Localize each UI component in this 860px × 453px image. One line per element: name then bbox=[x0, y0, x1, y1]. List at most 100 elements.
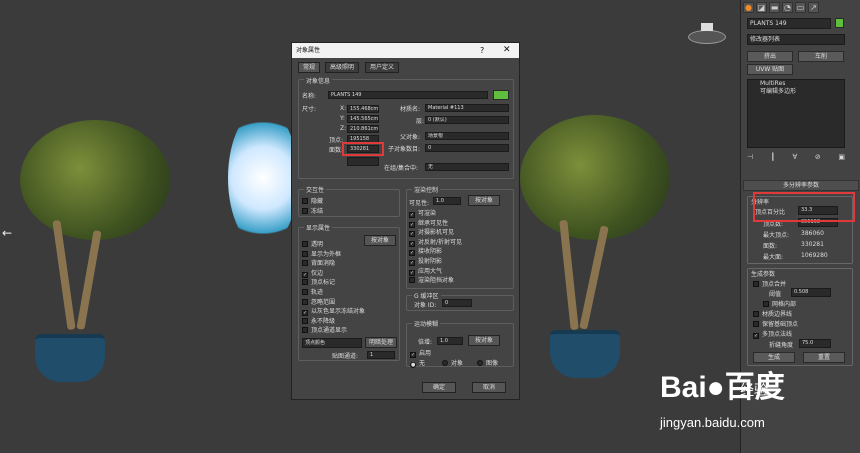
object-color-swatch[interactable] bbox=[835, 18, 844, 28]
display-props-label: 显示属性 bbox=[304, 223, 333, 232]
reset-button[interactable]: 重置 bbox=[803, 352, 845, 363]
object-name-field[interactable]: PLANTS 149 bbox=[747, 18, 831, 29]
display-prop-checkbox-4[interactable]: ✓ 仅边 bbox=[302, 268, 323, 278]
selected-plant-wireframe[interactable] bbox=[228, 108, 298, 248]
blur-image-radio[interactable]: 图像 bbox=[477, 358, 498, 367]
multiplier-field[interactable]: 1.0 bbox=[437, 337, 463, 345]
ok-button[interactable]: 确定 bbox=[422, 382, 456, 393]
threshold-label: 阈值 bbox=[769, 291, 782, 298]
display-prop-label: 顶点通道显示 bbox=[311, 327, 348, 335]
remove-modifier-icon[interactable]: ⊘ bbox=[815, 153, 821, 161]
render-prop-checkbox-3[interactable]: ✓ 对摄影机可见 bbox=[409, 227, 454, 238]
render-prop-checkbox-7[interactable]: ✓ 应用大气 bbox=[409, 266, 442, 276]
plant-right-pot bbox=[550, 330, 620, 378]
vertex-color-select[interactable]: 顶点颜色 bbox=[302, 338, 362, 348]
close-icon[interactable]: ✕ bbox=[503, 43, 511, 58]
stack-item-multires[interactable]: MultiRes bbox=[748, 80, 844, 88]
highlight-vertex-percent bbox=[753, 192, 855, 222]
viewcube-icon[interactable] bbox=[688, 23, 726, 44]
render-prop-label: 应用大气 bbox=[418, 267, 443, 275]
keep-base-vertices-checkbox[interactable]: 保留基础顶点 bbox=[753, 319, 798, 328]
modifier-list-dropdown[interactable]: 修改器列表 bbox=[747, 34, 845, 45]
render-by-object-button[interactable]: 按对象 bbox=[468, 195, 500, 206]
cancel-button[interactable]: 取消 bbox=[472, 382, 506, 393]
uvw-map-button[interactable]: UVW 贴图 bbox=[747, 64, 793, 75]
shaded-button[interactable]: 明暗处理 bbox=[365, 337, 397, 348]
extrude-button[interactable]: 挤出 bbox=[747, 51, 793, 62]
plant-left-foliage bbox=[20, 120, 170, 240]
render-prop-checkbox-4[interactable]: ✓ 对反射/折射可见 bbox=[409, 237, 462, 247]
render-prop-checkbox-5[interactable]: ✓ 接收阴影 bbox=[409, 246, 442, 257]
z-label: Z: bbox=[340, 125, 347, 132]
make-unique-icon[interactable]: ∀ bbox=[793, 153, 798, 161]
tab-advanced-lighting[interactable]: 高级照明 bbox=[325, 62, 360, 73]
tab-general[interactable]: 常规 bbox=[298, 62, 321, 73]
display-prop-checkbox-1[interactable]: 透明 bbox=[302, 239, 323, 248]
display-prop-checkbox-8[interactable]: ✓ 以灰色显示冻结对象 bbox=[302, 306, 366, 317]
configure-sets-icon[interactable]: ▣ bbox=[838, 153, 845, 161]
layer-label: 层: bbox=[416, 118, 425, 125]
modifier-stack[interactable]: MultiRes 可编辑多边形 bbox=[747, 79, 845, 148]
display-prop-label: 以灰色显示冻结对象 bbox=[311, 308, 366, 316]
multires-rollout-title[interactable]: 多分辨率参数 bbox=[743, 180, 859, 191]
visibility-label: 可见性: bbox=[409, 200, 430, 207]
checkbox-icon bbox=[409, 277, 415, 284]
crease-angle-spinner[interactable]: 75.0 bbox=[799, 339, 831, 348]
help-icon[interactable]: ? bbox=[480, 43, 484, 58]
blur-by-object-button[interactable]: 按对象 bbox=[468, 335, 500, 346]
baidu-jingyan-label: 经验 bbox=[740, 383, 768, 399]
lathe-button[interactable]: 车削 bbox=[798, 51, 844, 62]
display-tab-icon[interactable]: ▭ bbox=[795, 2, 806, 13]
stack-item-editable-poly[interactable]: 可编辑多边形 bbox=[748, 88, 844, 96]
display-prop-checkbox-10[interactable]: 顶点通道显示 bbox=[302, 325, 347, 334]
render-prop-checkbox-8[interactable]: 渲染阻挡对象 bbox=[409, 275, 454, 284]
freeze-checkbox[interactable]: 冻结 bbox=[302, 206, 323, 215]
x-size-field: 155.468cm bbox=[347, 105, 379, 113]
render-prop-checkbox-6[interactable]: ✓ 投射阴影 bbox=[409, 256, 442, 266]
display-prop-label: 轨迹 bbox=[311, 289, 324, 296]
object-properties-dialog: 对象属性 ? ✕ 常规 高级照明 用户定义 对象信息 名称: PLANTS 14… bbox=[291, 42, 520, 400]
highlight-faces bbox=[342, 142, 384, 156]
display-prop-checkbox-7[interactable]: 忽略范围 bbox=[302, 297, 335, 306]
z-size-field: 210.861cm bbox=[347, 125, 379, 133]
within-mesh-checkbox[interactable]: 网格内部 bbox=[763, 299, 796, 308]
object-id-field[interactable]: 0 bbox=[442, 299, 472, 307]
motion-blur-label: 运动模糊 bbox=[412, 319, 441, 328]
display-by-object-button[interactable]: 按对象 bbox=[364, 235, 396, 246]
x-label: X: bbox=[340, 105, 347, 112]
display-prop-checkbox-6[interactable]: 轨迹 bbox=[302, 287, 323, 296]
display-prop-checkbox-3[interactable]: 背面消隐 bbox=[302, 258, 335, 267]
hierarchy-tab-icon[interactable]: ▬ bbox=[769, 2, 780, 13]
render-prop-checkbox-1[interactable]: ✓ 可渲染 bbox=[409, 208, 436, 218]
name-field[interactable]: PLANTS 149 bbox=[328, 91, 488, 99]
display-prop-checkbox-2[interactable]: 显示为外框 bbox=[302, 249, 341, 258]
material-label: 材质名: bbox=[400, 106, 421, 113]
blur-none-radio[interactable]: ● 无 bbox=[410, 358, 425, 368]
multi-vertex-normals-checkbox[interactable]: ✓ 多顶点法线 bbox=[753, 329, 792, 339]
modify-tab-icon[interactable]: ◪ bbox=[756, 2, 767, 13]
hide-checkbox[interactable]: 隐藏 bbox=[302, 196, 323, 205]
map-channel-field[interactable]: 1 bbox=[367, 351, 395, 359]
object-color-swatch[interactable] bbox=[493, 90, 509, 100]
blur-object-radio[interactable]: 对象 bbox=[442, 358, 463, 367]
vertex-merge-checkbox[interactable]: 顶点合并 bbox=[753, 279, 786, 288]
render-prop-checkbox-2[interactable]: ✓ 继承可见性 bbox=[409, 218, 448, 228]
motion-tab-icon[interactable]: ◔ bbox=[782, 2, 793, 13]
show-end-result-icon[interactable]: ┃ bbox=[771, 153, 775, 161]
tab-user-defined[interactable]: 用户定义 bbox=[365, 62, 400, 73]
threshold-spinner[interactable]: 0.508 bbox=[791, 288, 831, 297]
keep-boundary-checkbox[interactable]: 材质边界线 bbox=[753, 309, 792, 318]
visibility-spinner[interactable]: 1.0 bbox=[433, 197, 461, 205]
utilities-tab-icon[interactable]: ↗ bbox=[808, 2, 819, 13]
dialog-title: 对象属性 bbox=[292, 43, 519, 58]
display-prop-checkbox-5[interactable]: 顶点标记 bbox=[302, 277, 335, 286]
create-tab-icon[interactable]: ● bbox=[743, 2, 754, 13]
display-prop-checkbox-9[interactable]: 永不降级 bbox=[302, 316, 335, 325]
enabled-checkbox[interactable]: ✓ 启用 bbox=[410, 348, 431, 358]
pin-stack-icon[interactable]: ⊣ bbox=[747, 153, 753, 161]
render-prop-label: 渲染阻挡对象 bbox=[418, 277, 455, 285]
display-prop-label: 显示为外框 bbox=[311, 250, 342, 258]
parent-field: 场景根 bbox=[425, 132, 509, 140]
faces-label: 面数: bbox=[329, 147, 344, 154]
back-arrow-icon[interactable]: ← bbox=[2, 226, 12, 240]
